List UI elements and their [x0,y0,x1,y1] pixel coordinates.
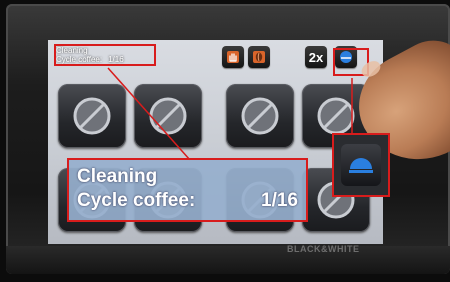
tile-1[interactable] [58,84,126,148]
disabled-icon [73,97,111,135]
callout-line-1: Cleaning [77,166,158,187]
status-callout: Cleaning Cycle coffee: 1/16 [67,158,308,222]
tile-2[interactable] [134,84,202,148]
half-dome-icon [349,158,373,173]
button-callout [332,133,390,197]
disabled-icon [149,97,187,135]
double-button[interactable]: 2x [305,46,327,68]
callout-button [341,144,381,186]
callout-label: Cycle coffee: [77,190,196,211]
disabled-icon [317,97,355,135]
coffee-bean-icon [253,51,265,63]
photo-scene: BLACK&WHITE Cleaning Cycle coffee: 1/16 [0,0,450,282]
device-bezel-bottom [6,246,450,274]
double-label: 2x [308,49,324,65]
stop-button[interactable] [222,46,244,68]
callout-count: 1/16 [261,190,298,211]
bean-button[interactable] [248,46,270,68]
hand-stop-icon [227,51,239,63]
disabled-icon [241,97,279,135]
status-highlight-box [54,44,156,66]
tile-3[interactable] [226,84,294,148]
brand-label: BLACK&WHITE [287,244,360,254]
callout-line-2: Cycle coffee: 1/16 [77,189,298,213]
